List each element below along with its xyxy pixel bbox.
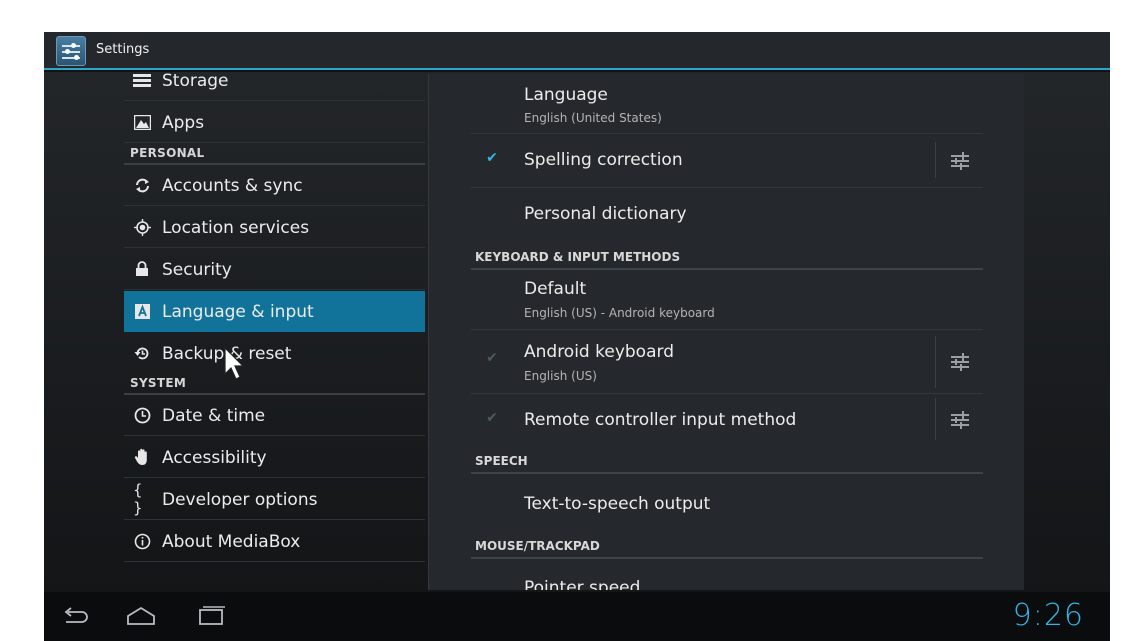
sidebar-item-language-input[interactable]: Language & input [124, 291, 425, 332]
android-screen: Settings Storage Apps PERSONAL Accounts … [44, 32, 1110, 641]
sidebar-item-location-services[interactable]: Location services [124, 207, 425, 248]
pref-personal-dictionary[interactable]: Personal dictionary [471, 188, 983, 236]
pref-text-to-speech[interactable]: Text-to-speech output [471, 474, 983, 532]
sidebar-item-label: Location services [162, 218, 310, 238]
sidebar-item-storage[interactable]: Storage [124, 72, 425, 101]
section-header-speech: SPEECH [471, 450, 983, 474]
checkbox-spelling-correction[interactable]: ✔ [483, 150, 501, 168]
pref-spelling-correction[interactable]: ✔ Spelling correction [471, 134, 983, 188]
sync-icon [133, 176, 151, 194]
settings-content: Storage Apps PERSONAL Accounts & sync Lo… [44, 72, 1110, 592]
sidebar-item-developer-options[interactable]: { } Developer options [124, 479, 425, 520]
sidebar-item-accessibility[interactable]: Accessibility [124, 437, 425, 478]
divider [935, 336, 936, 388]
back-icon[interactable] [58, 604, 92, 628]
sidebar-item-label: About MediaBox [162, 532, 301, 552]
pref-title: Language [524, 85, 608, 105]
apps-icon [133, 113, 151, 131]
settings-app-icon[interactable] [56, 36, 86, 66]
status-clock: 9:26 [1012, 598, 1084, 633]
sidebar-item-label: Date & time [162, 406, 266, 426]
pref-summary: English (United States) [524, 111, 662, 125]
pref-remote-controller[interactable]: ✔ Remote controller input method [471, 394, 983, 444]
pref-title: Text-to-speech output [524, 494, 711, 514]
checkbox-android-keyboard[interactable]: ✔ [483, 350, 501, 368]
section-header-mouse: MOUSE/TRACKPAD [471, 535, 983, 559]
sidebar-item-label: Language & input [162, 302, 314, 322]
sidebar-item-label: Accessibility [162, 448, 267, 468]
clock-icon [133, 406, 151, 424]
sidebar-item-label: Developer options [162, 490, 318, 510]
pref-summary: English (US) - Android keyboard [524, 306, 715, 320]
divider [935, 398, 936, 440]
sidebar-item-security[interactable]: Security [124, 249, 425, 290]
section-header-system: SYSTEM [124, 373, 425, 395]
settings-sliders-icon[interactable] [949, 352, 971, 372]
storage-icon [133, 72, 151, 89]
settings-sliders-icon[interactable] [949, 151, 971, 171]
pref-summary: English (US) [524, 369, 597, 383]
sidebar-item-accounts-sync[interactable]: Accounts & sync [124, 165, 425, 206]
sidebar-item-about-mediabox[interactable]: About MediaBox [124, 521, 425, 562]
sidebar-item-label: Security [162, 260, 232, 280]
backup-icon [133, 344, 151, 362]
sidebar-item-label: Accounts & sync [162, 176, 303, 196]
app-title: Settings [96, 42, 150, 57]
hand-icon [133, 448, 151, 466]
pref-language[interactable]: Language English (United States) [471, 74, 983, 134]
pref-title: Remote controller input method [524, 410, 797, 430]
checkbox-remote-controller[interactable]: ✔ [483, 410, 501, 428]
sidebar-item-label: Storage [162, 72, 229, 91]
lock-icon [133, 260, 151, 278]
home-icon[interactable] [124, 604, 158, 628]
sidebar-item-label: Apps [162, 113, 205, 133]
pref-title: Personal dictionary [524, 204, 687, 224]
braces-icon: { } [133, 481, 143, 517]
action-bar: Settings [44, 32, 1110, 70]
pref-title: Pointer speed [524, 578, 641, 590]
sidebar-item-date-time[interactable]: Date & time [124, 395, 425, 436]
language-icon [133, 302, 151, 320]
pref-title: Android keyboard [524, 342, 674, 362]
settings-sliders-icon[interactable] [949, 410, 971, 430]
pref-default-keyboard[interactable]: Default English (US) - Android keyboard [471, 270, 983, 330]
settings-category-list[interactable]: Storage Apps PERSONAL Accounts & sync Lo… [124, 72, 425, 592]
pref-title: Spelling correction [524, 150, 683, 170]
location-icon [133, 218, 151, 236]
section-header-keyboard: KEYBOARD & INPUT METHODS [471, 246, 983, 270]
language-input-panel[interactable]: Language English (United States) ✔ Spell… [428, 74, 1024, 590]
sidebar-item-apps[interactable]: Apps [124, 102, 425, 143]
navigation-bar: 9:26 [44, 592, 1110, 641]
section-header-personal: PERSONAL [124, 143, 425, 165]
mouse-cursor-icon [224, 347, 245, 380]
sidebar-item-backup-reset[interactable]: Backup & reset [124, 333, 425, 374]
info-icon [133, 532, 151, 550]
pref-pointer-speed[interactable]: Pointer speed [471, 560, 983, 590]
pref-android-keyboard[interactable]: ✔ Android keyboard English (US) [471, 330, 983, 394]
recents-icon[interactable] [194, 604, 228, 628]
divider [935, 142, 936, 178]
pref-title: Default [524, 279, 587, 299]
